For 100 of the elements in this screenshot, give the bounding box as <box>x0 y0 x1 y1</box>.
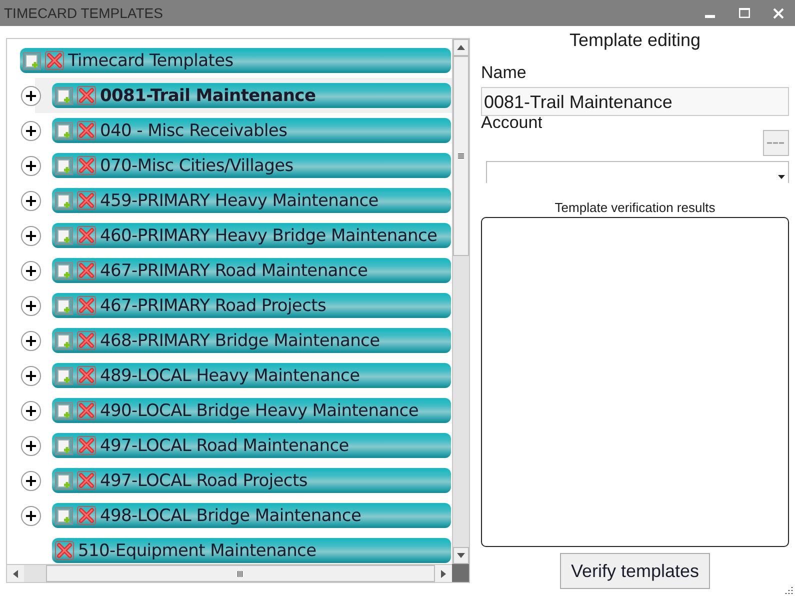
tree-root-item[interactable]: Timecard Templates <box>20 48 451 73</box>
expand-button[interactable] <box>21 226 41 246</box>
item-label: 468-PRIMARY Bridge Maintenance <box>100 330 380 350</box>
add-document-icon[interactable] <box>55 402 73 420</box>
delete-icon[interactable] <box>77 366 96 385</box>
browse-button[interactable] <box>763 130 789 156</box>
expand-button[interactable] <box>21 86 41 106</box>
item-label: 459-PRIMARY Heavy Maintenance <box>100 190 378 210</box>
grip-icon <box>237 570 244 576</box>
add-document-icon[interactable] <box>55 192 73 210</box>
expand-button[interactable] <box>21 366 41 386</box>
scrollbar-corner <box>452 564 469 582</box>
tree-item[interactable]: 0081-Trail Maintenance <box>52 83 451 108</box>
tree-item[interactable]: 459-PRIMARY Heavy Maintenance <box>52 188 451 213</box>
plus-icon <box>25 300 37 312</box>
delete-icon[interactable] <box>77 226 96 245</box>
expand-button[interactable] <box>21 190 41 210</box>
item-label: 497-LOCAL Road Projects <box>100 470 308 490</box>
expand-button[interactable] <box>21 330 41 350</box>
delete-icon[interactable] <box>77 331 96 350</box>
add-document-icon[interactable] <box>55 156 73 174</box>
item-label: 489-LOCAL Heavy Maintenance <box>100 366 360 386</box>
item-label: 490-LOCAL Bridge Heavy Maintenance <box>100 400 418 420</box>
item-label: 498-LOCAL Bridge Maintenance <box>100 506 362 526</box>
plus-icon <box>25 90 37 102</box>
add-document-icon[interactable] <box>55 332 73 350</box>
add-document-icon[interactable] <box>55 436 73 454</box>
add-document-icon[interactable] <box>55 122 73 140</box>
account-label: Account <box>481 116 542 128</box>
tree-item[interactable]: 497-LOCAL Road Maintenance <box>52 433 451 458</box>
add-document-icon[interactable] <box>55 262 73 280</box>
plus-icon <box>25 160 37 172</box>
delete-icon[interactable] <box>77 156 96 175</box>
item-label: 510-Equipment Maintenance <box>78 540 316 560</box>
add-document-icon[interactable] <box>23 52 41 70</box>
maximize-icon <box>738 8 750 18</box>
name-label: Name <box>481 63 526 83</box>
tree-item[interactable]: 467-PRIMARY Road Maintenance <box>52 258 451 283</box>
expand-button[interactable] <box>21 400 41 420</box>
delete-icon[interactable] <box>77 261 96 280</box>
vertical-scroll-thumb[interactable] <box>453 56 469 256</box>
tree-item[interactable]: 489-LOCAL Heavy Maintenance <box>52 363 451 388</box>
right-arrow-icon <box>441 570 446 578</box>
account-dropdown[interactable] <box>486 161 789 183</box>
plus-icon <box>25 230 37 242</box>
plus-icon <box>25 124 37 136</box>
tree-item[interactable]: 070-Misc Cities/Villages <box>52 153 451 178</box>
tree-item[interactable]: 490-LOCAL Bridge Heavy Maintenance <box>52 398 451 423</box>
delete-icon[interactable] <box>77 296 96 315</box>
root-label: Timecard Templates <box>68 50 234 70</box>
expand-button[interactable] <box>21 296 41 316</box>
name-field[interactable]: 0081-Trail Maintenance <box>481 87 789 116</box>
expand-button[interactable] <box>21 436 41 456</box>
expand-button[interactable] <box>21 506 41 526</box>
scroll-up-button[interactable] <box>453 39 469 56</box>
up-arrow-icon <box>457 45 465 50</box>
close-icon <box>772 8 784 18</box>
delete-icon[interactable] <box>77 401 96 420</box>
delete-icon[interactable] <box>55 541 74 560</box>
window-title: TIMECARD TEMPLATES <box>4 5 164 21</box>
tree-item[interactable]: 460-PRIMARY Heavy Bridge Maintenance <box>52 223 451 248</box>
item-label: 467-PRIMARY Road Projects <box>100 296 326 316</box>
item-label: 467-PRIMARY Road Maintenance <box>100 260 368 280</box>
delete-icon[interactable] <box>77 506 96 525</box>
delete-icon[interactable] <box>45 51 64 70</box>
minimize-icon <box>705 15 715 18</box>
horizontal-scroll-thumb[interactable] <box>46 565 435 582</box>
add-document-icon[interactable] <box>55 226 73 244</box>
plus-icon <box>25 404 37 416</box>
tree-item[interactable]: 040 - Misc Receivables <box>52 118 451 143</box>
tree-item[interactable]: 468-PRIMARY Bridge Maintenance <box>52 328 451 353</box>
add-document-icon[interactable] <box>55 296 73 314</box>
delete-icon[interactable] <box>77 121 96 140</box>
expand-button[interactable] <box>21 260 41 280</box>
tree-item[interactable]: 467-PRIMARY Road Projects <box>52 293 451 318</box>
tree-item[interactable]: 497-LOCAL Road Projects <box>52 468 451 493</box>
item-label: 460-PRIMARY Heavy Bridge Maintenance <box>100 226 438 246</box>
tree-item[interactable]: 510-Equipment Maintenance <box>52 538 451 563</box>
delete-icon[interactable] <box>77 471 96 490</box>
delete-icon[interactable] <box>77 86 96 105</box>
expand-button[interactable] <box>21 120 41 140</box>
scroll-down-button[interactable] <box>453 547 469 564</box>
delete-icon[interactable] <box>77 191 96 210</box>
add-document-icon[interactable] <box>55 506 73 524</box>
item-label: 0081-Trail Maintenance <box>100 86 316 106</box>
item-label: 497-LOCAL Road Maintenance <box>100 436 349 456</box>
tree-item[interactable]: 498-LOCAL Bridge Maintenance <box>52 503 451 528</box>
plus-icon <box>25 264 37 276</box>
results-label: Template verification results <box>554 200 716 215</box>
verify-button[interactable]: Verify templates <box>560 553 710 589</box>
plus-icon <box>25 194 37 206</box>
expand-button[interactable] <box>21 156 41 176</box>
add-document-icon[interactable] <box>55 86 73 104</box>
add-document-icon[interactable] <box>55 366 73 384</box>
expand-button[interactable] <box>21 470 41 490</box>
plus-icon <box>25 370 37 382</box>
resize-grip-icon[interactable] <box>785 586 793 594</box>
panel-title: Template editing <box>569 30 701 51</box>
add-document-icon[interactable] <box>55 472 73 490</box>
delete-icon[interactable] <box>77 436 96 455</box>
